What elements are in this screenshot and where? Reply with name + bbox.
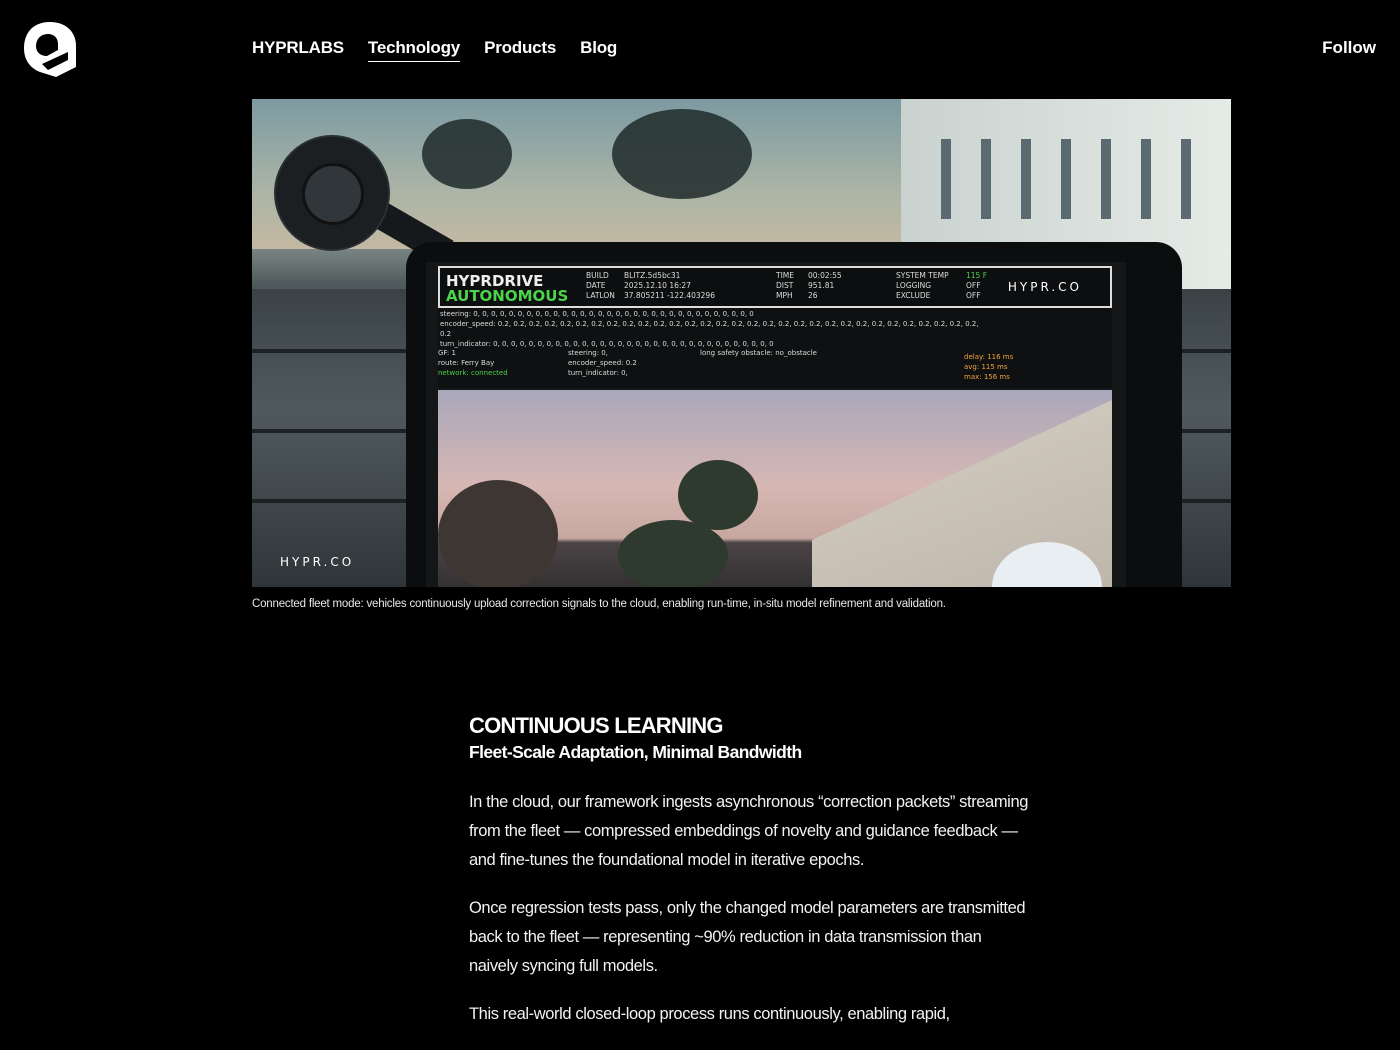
hud-time-value: 00:02:55 (808, 271, 842, 280)
palm-tree (612, 109, 752, 199)
telemetry-encoder: encoder_speed: 0.2, 0.2, 0.2, 0.2, 0.2, … (440, 320, 979, 338)
telemetry-encoder-current: encoder_speed: 0.2 (568, 359, 637, 367)
nav-hyprlabs[interactable]: HYPRLABS (252, 38, 344, 62)
hud-time-label: TIME (776, 271, 795, 280)
phone-mount (274, 135, 390, 251)
hud-mph-label: MPH (776, 291, 793, 300)
telemetry-max: max: 156 ms (964, 373, 1010, 381)
hud-dist-value: 951.81 (808, 281, 835, 290)
telemetry-steering-current: steering: 0, (568, 349, 608, 357)
telemetry-network: network: connected (438, 369, 508, 377)
telemetry-avg: avg: 115 ms (964, 363, 1008, 371)
hud-logging-value: OFF (966, 281, 981, 290)
telemetry-safety: long safety obstacle: no_obstacle (700, 349, 817, 357)
nav-technology[interactable]: Technology (367, 38, 460, 62)
hud-date-label: DATE (586, 281, 606, 290)
hud-latlon-value: 37.805211 -122.403296 (624, 291, 715, 300)
hud-logging-label: LOGGING (896, 281, 932, 290)
hud-header: HYPRDRIVE AUTONOMOUS BUILD DATE LATLON B… (438, 266, 1112, 308)
hud-mph-value: 26 (808, 291, 818, 300)
hud-latlon-label: LATLON (586, 291, 615, 300)
hud-brand-sub: AUTONOMOUS (446, 287, 569, 305)
nav-blog[interactable]: Blog (580, 38, 617, 62)
paragraph: This real-world closed-loop process runs… (469, 1005, 950, 1023)
telemetry-delay: delay: 116 ms (964, 353, 1014, 361)
hyprlabs-logo-icon[interactable] (22, 20, 78, 78)
follow-link[interactable]: Follow (1322, 38, 1376, 58)
hero-watermark: HYPR.CO (280, 555, 355, 569)
palm-tree (422, 119, 512, 189)
hud-build-value: BLITZ.5d5bc31 (624, 271, 681, 280)
nav-products[interactable]: Products (484, 38, 556, 62)
telemetry-route: route: Ferry Bay (438, 359, 495, 367)
camera-feed (438, 390, 1112, 587)
hud-dist-label: DIST (776, 281, 794, 290)
telemetry-panel: steering: 0, 0, 0, 0, 0, 0, 0, 0, 0, 0, … (438, 308, 1112, 388)
hud-systemtemp-value: 115 F (966, 271, 988, 280)
main-nav: HYPRLABS Technology Products Blog (252, 38, 617, 62)
hud-site: HYPR.CO (1007, 280, 1082, 294)
hud-exclude-label: EXCLUDE (896, 291, 931, 300)
paragraph: In the cloud, our framework ingests asyn… (469, 793, 1029, 869)
hud-date-value: 2025.12.10 16:27 (624, 281, 691, 290)
telemetry-gf: GF: 1 (438, 349, 456, 357)
hud-exclude-value: OFF (966, 291, 981, 300)
hud-build-label: BUILD (586, 271, 609, 280)
telemetry-steering: steering: 0, 0, 0, 0, 0, 0, 0, 0, 0, 0, … (440, 310, 754, 318)
image-caption: Connected fleet mode: vehicles continuou… (252, 598, 946, 610)
hero-image: HYPRDRIVE AUTONOMOUS BUILD DATE LATLON B… (252, 99, 1231, 587)
telemetry-turn-current: turn_indicator: 0, (568, 369, 628, 377)
section-title: CONTINUOUS LEARNING (469, 713, 724, 738)
hud-systemtemp-label: SYSTEM TEMP (896, 271, 949, 280)
tablet-display: HYPRDRIVE AUTONOMOUS BUILD DATE LATLON B… (406, 242, 1182, 587)
tablet-screen: HYPRDRIVE AUTONOMOUS BUILD DATE LATLON B… (426, 262, 1126, 587)
article-section: CONTINUOUS LEARNING Fleet-Scale Adaptati… (469, 712, 1029, 1029)
paragraph: Once regression tests pass, only the cha… (469, 899, 1026, 975)
section-subtitle: Fleet-Scale Adaptation, Minimal Bandwidt… (469, 742, 802, 762)
